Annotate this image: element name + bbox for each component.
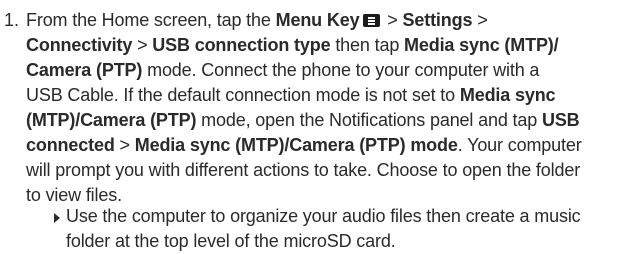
text-run: then tap xyxy=(330,35,405,55)
bullet-line-1: Use the computer to organize your audio … xyxy=(66,206,581,226)
camera-ptp-label: Camera (PTP) xyxy=(26,60,143,80)
step-line-2: Connectivity > USB connection type then … xyxy=(26,33,628,58)
step-number: 1. xyxy=(4,10,20,30)
text-run: > xyxy=(132,35,153,55)
text-run: mode. Connect the phone to your computer… xyxy=(142,60,540,80)
connectivity-label: Connectivity xyxy=(26,35,133,55)
media-sync-label: Media sync (MTP)/ xyxy=(404,35,559,55)
document-page: 1. From the Home screen, tap the Menu Ke… xyxy=(0,0,635,253)
step-line-7: will prompt you with different actions t… xyxy=(26,158,628,183)
text-run: > xyxy=(114,135,135,155)
text-run: > xyxy=(382,10,403,30)
text-run: From the Home screen, tap the xyxy=(26,10,276,30)
text-run: > xyxy=(472,10,488,30)
step-line-4: USB Cable. If the default connection mod… xyxy=(26,83,628,108)
bullet-text: Use the computer to organize your audio … xyxy=(66,204,626,254)
step-line-3: Camera (PTP) mode. Connect the phone to … xyxy=(26,58,628,83)
bullet-line-2: folder at the top level of the microSD c… xyxy=(66,231,396,251)
settings-label: Settings xyxy=(402,10,473,30)
text-run: will prompt you with different actions t… xyxy=(26,160,581,180)
menu-key-label: Menu Key xyxy=(275,10,360,30)
step-text: From the Home screen, tap the Menu Key >… xyxy=(26,8,628,208)
text-run: USB Cable. If the default connection mod… xyxy=(26,85,460,105)
step-line-1: From the Home screen, tap the Menu Key >… xyxy=(26,8,628,33)
step-line-6: connected > Media sync (MTP)/Camera (PTP… xyxy=(26,133,628,158)
triangle-bullet-icon xyxy=(54,213,60,223)
connected-label: connected xyxy=(26,135,115,155)
usb-connection-type-label: USB connection type xyxy=(152,35,331,55)
media-sync-label: Media sync xyxy=(459,85,556,105)
step-line-5: (MTP)/Camera (PTP) mode, open the Notifi… xyxy=(26,108,628,133)
mtp-camera-ptp-label: (MTP)/Camera (PTP) xyxy=(26,110,197,130)
usb-label: USB xyxy=(541,110,580,130)
text-run: . Your computer xyxy=(457,135,582,155)
media-sync-mode-label: Media sync (MTP)/Camera (PTP) mode xyxy=(134,135,458,155)
text-run: mode, open the Notifications panel and t… xyxy=(196,110,542,130)
text-run: to view files. xyxy=(26,185,122,205)
menu-key-icon xyxy=(363,14,381,27)
